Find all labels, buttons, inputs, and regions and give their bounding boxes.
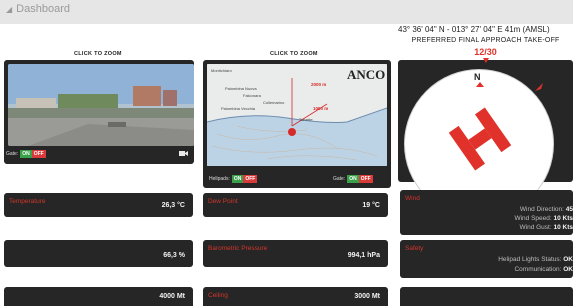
wind-speed: Wind Speed: 10 Kts — [514, 215, 573, 222]
communication-label: Communication: — [514, 266, 562, 273]
collapse-arrow-icon[interactable]: ◢ — [6, 5, 12, 14]
humidity-card: 66,3 % — [4, 240, 193, 267]
map-panel[interactable]: ANCO Montichiaro Palombina Nuova Falcona… — [203, 60, 391, 188]
top-bar: ◢ Dashboard — [0, 0, 573, 24]
helipad-lights-status: Helipad Lights Status: OK — [498, 256, 573, 263]
wind-direction: Wind Direction: 45 — [520, 206, 573, 213]
map-gate-on[interactable]: ON — [347, 175, 359, 183]
helipads-toggle[interactable]: Helipads: ON OFF — [209, 175, 258, 183]
helipads-on[interactable]: ON — [231, 175, 244, 183]
temperature-card: Temperature 26,3 °C — [4, 193, 193, 217]
camera-gate-label: Gate — [6, 151, 17, 157]
wind-speed-value: 10 Kts — [553, 215, 573, 222]
ceiling-card: Ceiling 3000 Mt — [203, 287, 388, 306]
wind-speed-label: Wind Speed: — [514, 215, 552, 222]
page-title-text: Dashboard — [16, 3, 70, 15]
helipads-off[interactable]: OFF — [243, 175, 258, 183]
communication-status: Communication: OK — [514, 266, 573, 273]
wind-label: Wind — [405, 195, 420, 202]
approach-label: PREFERRED FINAL APPROACH TAKE-OFF — [411, 37, 560, 44]
helipad-lights-value: OK — [563, 256, 573, 263]
pressure-value: 994,1 hPa — [347, 252, 380, 259]
camera-gate-off[interactable]: OFF — [31, 150, 46, 158]
wind-gust: Wind Gust: 10 Kts — [520, 224, 573, 231]
map-gate-label: Gate: — [333, 176, 346, 182]
visibility-card: 4000 Mt — [4, 287, 193, 306]
distance-2000: 2000 m — [311, 82, 327, 87]
visibility-value: 4000 Mt — [159, 293, 185, 300]
camera-scene — [8, 64, 194, 146]
bottom-right-card — [400, 287, 573, 306]
wind-direction-label: Wind Direction: — [519, 206, 564, 213]
humidity-value: 66,3 % — [163, 252, 185, 259]
camera-zoom-label[interactable]: CLICK TO ZOOM — [74, 51, 122, 57]
compass-north: N — [474, 72, 481, 82]
map-place-5: Collemarino — [263, 100, 285, 105]
wind-card: Wind Wind Direction: 45 Wind Speed: 10 K… — [400, 190, 573, 235]
helipads-label: Helipads: — [209, 176, 230, 182]
page-title: ◢ Dashboard — [6, 3, 70, 15]
map-gate-off[interactable]: OFF — [358, 175, 373, 183]
dew-point-value: 19 °C — [362, 202, 380, 209]
camera-gate-on[interactable]: ON — [20, 150, 32, 158]
ceiling-value: 3000 Mt — [354, 293, 380, 300]
pressure-label: Barometric Pressure — [208, 245, 268, 252]
camera-panel[interactable]: Gate: ON OFF — [4, 60, 194, 164]
temperature-value: 26,3 °C — [161, 202, 185, 209]
helipad-marking-icon — [448, 107, 512, 171]
map-zoom-label[interactable]: CLICK TO ZOOM — [270, 51, 318, 57]
heading-marker-icon — [483, 58, 489, 63]
ceiling-label: Ceiling — [208, 292, 228, 299]
map-place-6: Palombina Vecchia — [221, 106, 256, 111]
dew-point-label: Dew Point — [208, 198, 238, 205]
map-place-name: ANCO — [347, 67, 386, 82]
north-arrow-icon — [476, 82, 484, 87]
camera-icon[interactable] — [179, 150, 188, 157]
helipad-lights-label: Helipad Lights Status: — [498, 256, 562, 263]
map-gate-toggle[interactable]: Gate: ON OFF — [333, 175, 373, 183]
map-place-2: Palombina Nuova — [225, 86, 257, 91]
communication-value: OK — [563, 266, 573, 273]
wind-direction-value: 45 — [565, 206, 573, 213]
map-place-4: Torrette — [299, 117, 313, 122]
camera-feed-image[interactable] — [8, 64, 194, 146]
wind-gust-label: Wind Gust: — [519, 224, 552, 231]
coordinates-text: 43° 36' 04" N - 013° 27' 04" E 41m (AMSL… — [398, 25, 550, 34]
wind-arrow-icon — [535, 83, 543, 91]
dew-point-card: Dew Point 19 °C — [203, 193, 388, 217]
pressure-card: Barometric Pressure 994,1 hPa — [203, 240, 388, 267]
runway-heading: 12/30 — [474, 47, 497, 57]
wind-gust-value: 10 Kts — [553, 224, 573, 231]
safety-card: Safety Helipad Lights Status: OK Communi… — [400, 240, 573, 278]
temperature-label: Temperature — [9, 198, 46, 205]
map-place-1: Montichiaro — [211, 68, 232, 73]
map-place-3: Falconara — [243, 93, 261, 98]
distance-1000: 1000 m — [313, 106, 329, 111]
camera-gate-toggle[interactable]: Gate: ON OFF — [6, 150, 46, 158]
safety-label: Safety — [405, 245, 424, 252]
